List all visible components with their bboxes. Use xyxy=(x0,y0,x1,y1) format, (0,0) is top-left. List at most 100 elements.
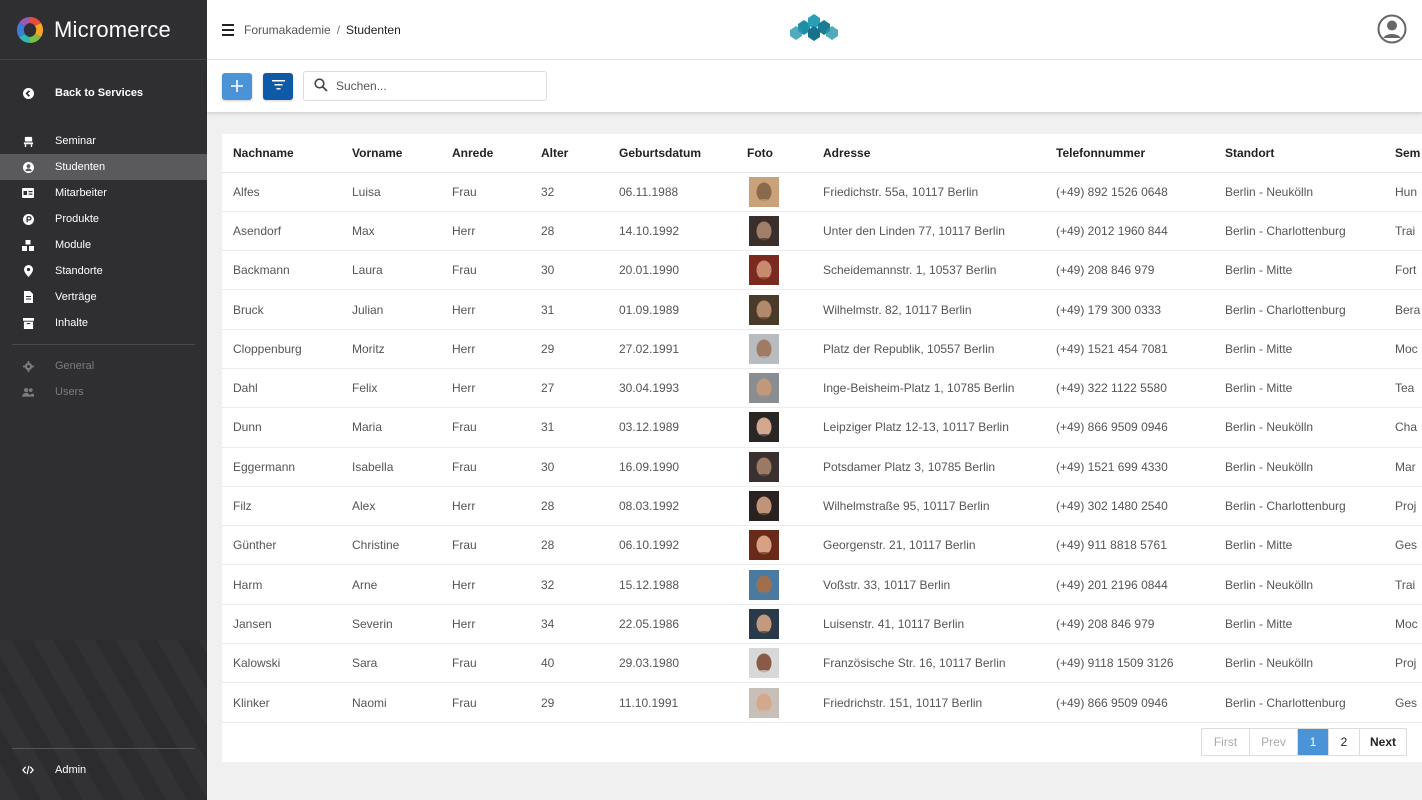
cell-alter: 28 xyxy=(530,486,608,527)
cell-telefonnummer: (+49) 201 2196 0844 xyxy=(1045,564,1214,605)
hexagon-logo-icon[interactable] xyxy=(790,14,838,46)
table-row[interactable]: Filz Alex Herr 28 08.03.1992 Wilhelmstraße 95… xyxy=(222,486,1422,527)
brand[interactable]: Micromerce xyxy=(0,0,207,60)
cell-telefonnummer: (+49) 911 8818 5761 xyxy=(1045,525,1214,566)
hamburger-menu-icon[interactable] xyxy=(222,23,234,36)
table-row[interactable]: Asendorf Max Herr 28 14.10.1992 Unter den Lin… xyxy=(222,211,1422,252)
table-row[interactable]: Bruck Julian Herr 31 01.09.1989 Wilhelmstr. 8… xyxy=(222,289,1422,330)
filter-icon xyxy=(271,79,285,93)
user-account-icon[interactable] xyxy=(1377,14,1407,44)
search-input[interactable] xyxy=(336,79,526,93)
cell-vorname: Luisa xyxy=(341,172,441,212)
sidebar-item-inhalte[interactable]: Inhalte xyxy=(0,310,207,336)
column-header-telefonnummer[interactable]: Telefonnummer xyxy=(1045,134,1214,173)
table-row[interactable]: Backmann Laura Frau 30 20.01.1990 Scheidemann… xyxy=(222,250,1422,291)
cell-foto xyxy=(736,447,812,487)
plus-icon xyxy=(231,76,243,97)
column-header-anrede[interactable]: Anrede xyxy=(441,134,530,173)
sidebar-item-label: Users xyxy=(55,386,84,398)
cell-adresse: Unter den Linden 77, 10117 Berlin xyxy=(812,211,1045,252)
modules-icon xyxy=(22,239,34,251)
sidebar-item-admin[interactable]: Admin xyxy=(0,757,207,783)
sidebar-item-label: Seminar xyxy=(55,135,96,147)
toolbar xyxy=(207,60,1422,112)
location-pin-icon xyxy=(22,265,34,277)
cell-vorname: Naomi xyxy=(341,682,441,723)
archive-icon xyxy=(22,317,34,329)
table-row[interactable]: Cloppenburg Moritz Herr 29 27.02.1991 Platz d… xyxy=(222,329,1422,369)
sidebar-item-produkte[interactable]: Produkte xyxy=(0,206,207,232)
cell-alter: 29 xyxy=(530,682,608,723)
cell-telefonnummer: (+49) 322 1122 5580 xyxy=(1045,368,1214,409)
cell-seminar: Trai xyxy=(1384,211,1422,252)
column-header-standort[interactable]: Standort xyxy=(1214,134,1384,173)
cell-alter: 32 xyxy=(530,564,608,605)
student-photo xyxy=(749,608,779,639)
pagination-page-1-button[interactable]: 1 xyxy=(1298,729,1329,755)
sidebar-item-studenten[interactable]: Studenten xyxy=(0,154,207,180)
student-photo xyxy=(749,648,779,679)
cell-foto xyxy=(736,682,812,723)
sidebar-item-seminar[interactable]: Seminar xyxy=(0,128,207,154)
filter-button[interactable] xyxy=(263,72,293,100)
pagination-page-2-button[interactable]: 2 xyxy=(1329,729,1360,755)
cell-foto xyxy=(736,486,812,527)
pagination: First Prev 1 2 Next xyxy=(1201,728,1407,756)
breadcrumb-item-forumakademie[interactable]: Forumakademie xyxy=(244,23,331,37)
cell-seminar: Bera xyxy=(1384,289,1422,330)
cell-anrede: Herr xyxy=(441,211,530,252)
cell-seminar: Mar xyxy=(1384,447,1422,487)
cell-anrede: Frau xyxy=(441,172,530,212)
table-row[interactable]: Jansen Severin Herr 34 22.05.1986 Luisenstr. … xyxy=(222,604,1422,645)
cell-standort: Berlin - Mitte xyxy=(1214,329,1384,369)
column-header-vorname[interactable]: Vorname xyxy=(341,134,441,173)
column-header-adresse[interactable]: Adresse xyxy=(812,134,1045,173)
column-header-alter[interactable]: Alter xyxy=(530,134,608,173)
cell-seminar: Ges xyxy=(1384,525,1422,566)
column-header-nachname[interactable]: Nachname xyxy=(222,134,341,173)
column-header-seminar[interactable]: Sem xyxy=(1384,134,1422,173)
add-button[interactable] xyxy=(222,72,252,100)
students-table: Nachname Vorname Anrede Alter Geburtsdatum Fo… xyxy=(222,134,1422,723)
table-row[interactable]: Klinker Naomi Frau 29 11.10.1991 Friedrichstr… xyxy=(222,682,1422,723)
cell-foto xyxy=(736,604,812,645)
cell-telefonnummer: (+49) 866 9509 0946 xyxy=(1045,682,1214,723)
sidebar-item-general[interactable]: General xyxy=(0,353,207,379)
search-box[interactable] xyxy=(303,71,547,101)
column-header-foto[interactable]: Foto xyxy=(736,134,812,173)
table-row[interactable]: Eggermann Isabella Frau 30 16.09.1990 Potsdam… xyxy=(222,447,1422,487)
sidebar-item-vertraege[interactable]: Verträge xyxy=(0,284,207,310)
sidebar-item-label: Standorte xyxy=(55,265,103,277)
table-row[interactable]: Dunn Maria Frau 31 03.12.1989 Leipziger Platz… xyxy=(222,407,1422,448)
sidebar-item-mitarbeiter[interactable]: Mitarbeiter xyxy=(0,180,207,206)
users-icon xyxy=(22,386,34,398)
table-row[interactable]: Alfes Luisa Frau 32 06.11.1988 Friedichstr. 5… xyxy=(222,172,1422,212)
pagination-first-button[interactable]: First xyxy=(1202,729,1250,755)
cell-standort: Berlin - Mitte xyxy=(1214,525,1384,566)
back-to-services-link[interactable]: Back to Services xyxy=(0,80,207,106)
cell-anrede: Herr xyxy=(441,486,530,527)
cell-nachname: Bruck xyxy=(222,289,341,330)
pagination-prev-button[interactable]: Prev xyxy=(1250,729,1298,755)
table-row[interactable]: Kalowski Sara Frau 40 29.03.1980 Französische… xyxy=(222,643,1422,684)
table-row[interactable]: Harm Arne Herr 32 15.12.1988 Voßstr. 33, 1011… xyxy=(222,564,1422,605)
table-row[interactable]: Günther Christine Frau 28 06.10.1992 Georgens… xyxy=(222,525,1422,566)
column-header-geburtsdatum[interactable]: Geburtsdatum xyxy=(608,134,736,173)
sidebar-item-users[interactable]: Users xyxy=(0,379,207,405)
pagination-next-button[interactable]: Next xyxy=(1360,729,1406,755)
cell-standort: Berlin - Mitte xyxy=(1214,250,1384,291)
cell-standort: Berlin - Neukölln xyxy=(1214,643,1384,684)
cell-anrede: Frau xyxy=(441,643,530,684)
cell-vorname: Moritz xyxy=(341,329,441,369)
cell-alter: 29 xyxy=(530,329,608,369)
table-row[interactable]: Dahl Felix Herr 27 30.04.1993 Inge-Beisheim-P… xyxy=(222,368,1422,409)
cell-vorname: Julian xyxy=(341,289,441,330)
sidebar-item-module[interactable]: Module xyxy=(0,232,207,258)
cell-alter: 34 xyxy=(530,604,608,645)
cell-geburtsdatum: 20.01.1990 xyxy=(608,250,736,291)
cell-seminar: Cha xyxy=(1384,407,1422,448)
chevron-left-circle-icon xyxy=(22,87,34,99)
sidebar-item-standorte[interactable]: Standorte xyxy=(0,258,207,284)
student-photo xyxy=(749,451,779,482)
back-to-services-label: Back to Services xyxy=(55,87,144,99)
